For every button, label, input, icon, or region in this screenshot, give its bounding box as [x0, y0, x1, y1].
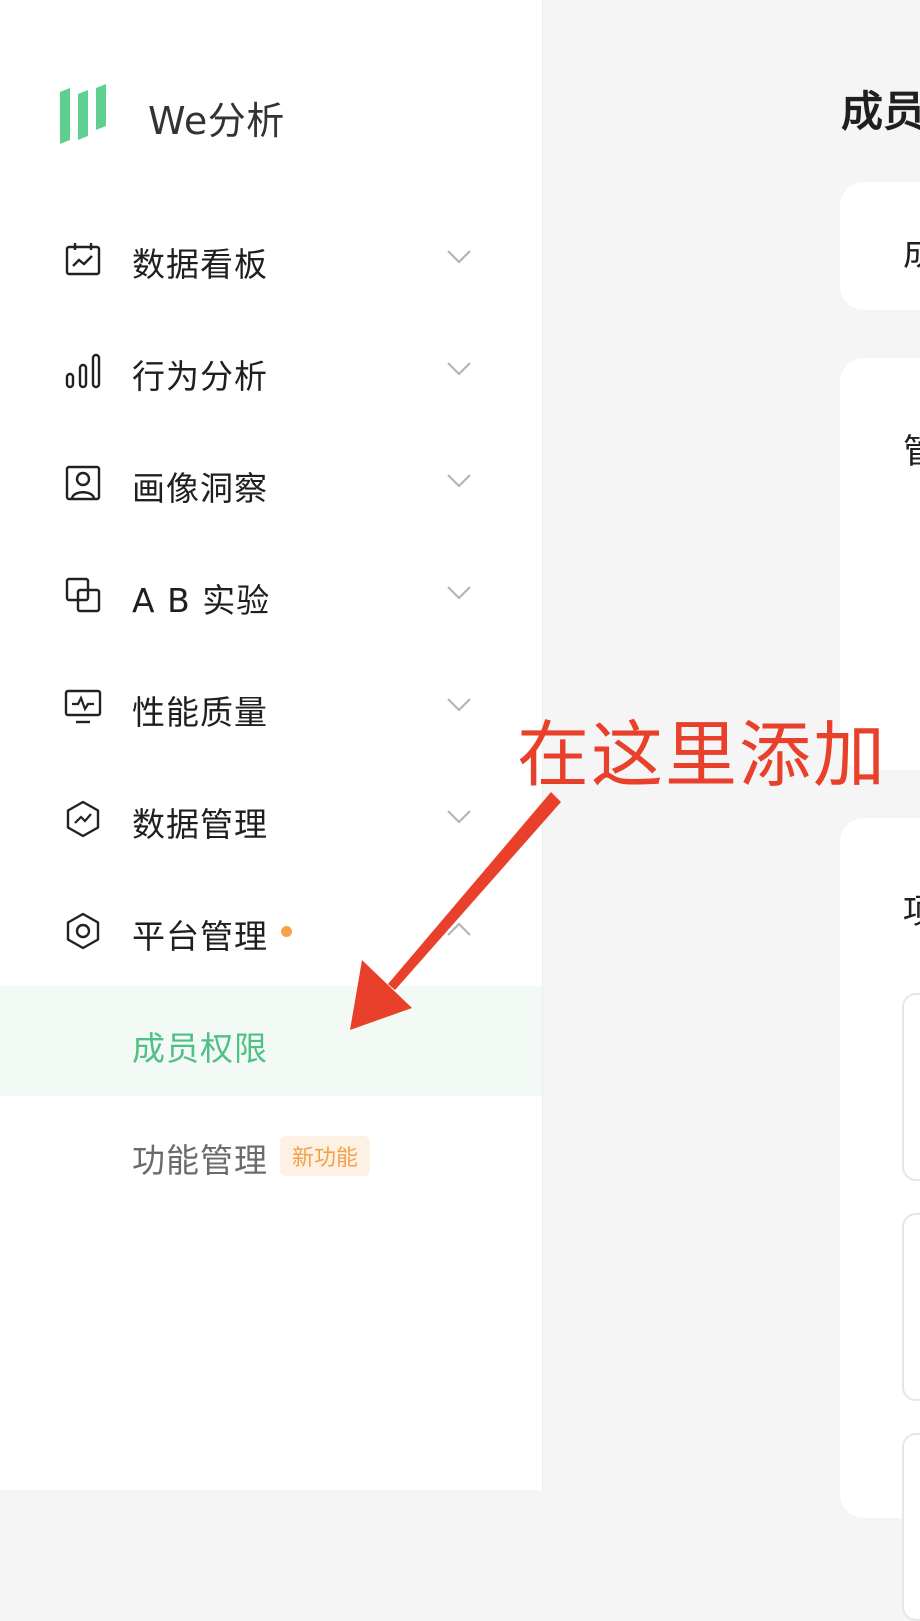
project-item[interactable] [902, 993, 920, 1181]
portrait-icon [65, 465, 101, 501]
project-item[interactable] [902, 1433, 920, 1621]
dashboard-icon [65, 243, 101, 276]
logo-icon [60, 84, 106, 144]
sidebar-item-label: 数据看板 [132, 245, 268, 284]
sidebar-subitem-label: 成员权限 [132, 1029, 268, 1068]
sidebar-item-label: 行为分析 [132, 357, 268, 396]
chevron-down-icon[interactable] [444, 242, 474, 272]
sidebar-item-label: 性能质量 [132, 693, 268, 732]
chevron-down-icon[interactable] [444, 354, 474, 384]
project-item[interactable] [902, 1213, 920, 1401]
sidebar-subitem-feature-management[interactable]: 功能管理 新功能 [0, 1098, 542, 1208]
settings-hexagon-icon [66, 912, 100, 950]
project-card: 项 [840, 818, 920, 1621]
app-name: We分析 [148, 99, 285, 143]
app-logo[interactable]: We分析 [58, 82, 284, 146]
sidebar-item-label: 平台管理 [132, 917, 268, 956]
sidebar-item-label: 画像洞察 [132, 469, 268, 508]
sidebar-item-portrait-insight[interactable]: 画像洞察 [0, 446, 542, 518]
annotation-arrow-icon [350, 792, 561, 1030]
data-hexagon-icon [66, 800, 100, 838]
notification-dot [281, 926, 292, 937]
sidebar-item-performance-quality[interactable]: 性能质量 [0, 670, 542, 742]
sidebar-item-data-board[interactable]: 数据看板 [0, 222, 542, 294]
monitor-icon [64, 689, 102, 724]
bar-chart-icon [65, 353, 101, 389]
chevron-down-icon[interactable] [444, 578, 474, 608]
chevron-down-icon[interactable] [444, 690, 474, 720]
card-heading: 成 [903, 226, 920, 275]
ab-test-icon [65, 577, 101, 613]
sidebar-item-ab-test[interactable]: A B 实验 [0, 558, 542, 630]
sidebar-item-label: 数据管理 [132, 805, 268, 844]
sidebar-item-behavior-analysis[interactable]: 行为分析 [0, 334, 542, 406]
annotation-text: 在这里添加 [517, 713, 888, 797]
card-heading: 项 [903, 884, 920, 933]
chevron-down-icon[interactable] [444, 466, 474, 496]
card-heading: 管 [903, 424, 920, 473]
new-feature-badge: 新功能 [280, 1136, 371, 1176]
summary-card: 成 [840, 182, 920, 310]
sidebar-item-label: A B 实验 [132, 581, 271, 620]
sidebar-subitem-label: 功能管理 [132, 1141, 268, 1180]
page-title: 成员 [841, 87, 920, 136]
sidebar: We分析 数据看板 行为分析 画像洞察 A B 实验 性能质量 数据管理 平台管… [0, 0, 543, 1490]
